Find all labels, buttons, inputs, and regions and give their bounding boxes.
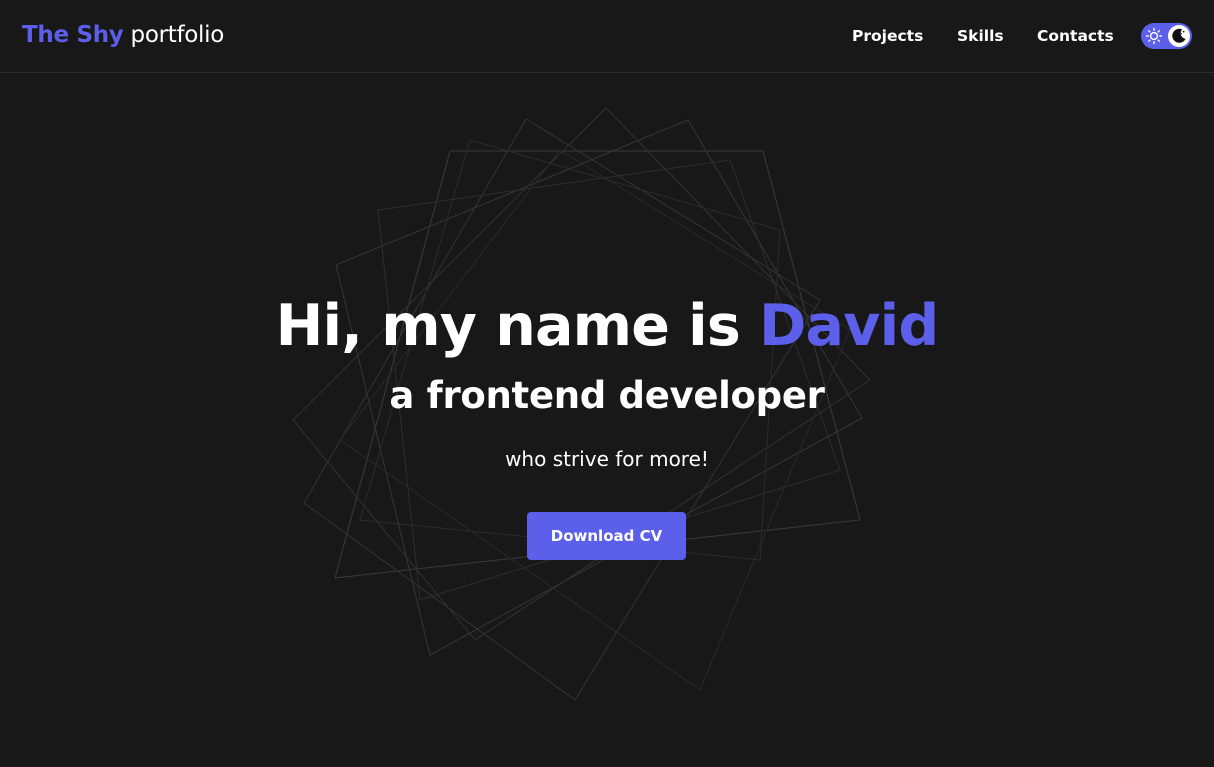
- hero-title: Hi, my name is David: [0, 292, 1214, 360]
- theme-toggle[interactable]: [1141, 23, 1192, 49]
- main-nav: Projects Skills Contacts: [0, 25, 1214, 47]
- hero-title-prefix: Hi, my name is: [275, 293, 741, 359]
- portfolio-page: The Shy portfolio Projects Skills Contac…: [0, 0, 1214, 767]
- background-rotated-squares: [292, 107, 871, 701]
- download-cv-button[interactable]: Download CV: [527, 512, 686, 560]
- site-header: The Shy portfolio Projects Skills Contac…: [0, 0, 1214, 73]
- moon-icon: [1172, 28, 1186, 43]
- hero-subtitle: a frontend developer: [389, 374, 825, 417]
- sun-icon: [1145, 27, 1163, 45]
- hero-tagline: who strive for more!: [505, 447, 709, 471]
- hero-name: David: [759, 293, 939, 359]
- toggle-knob[interactable]: [1168, 25, 1190, 47]
- nav-link-skills[interactable]: Skills: [957, 25, 1004, 47]
- nav-link-projects[interactable]: Projects: [852, 25, 923, 47]
- nav-link-contacts[interactable]: Contacts: [1037, 25, 1114, 47]
